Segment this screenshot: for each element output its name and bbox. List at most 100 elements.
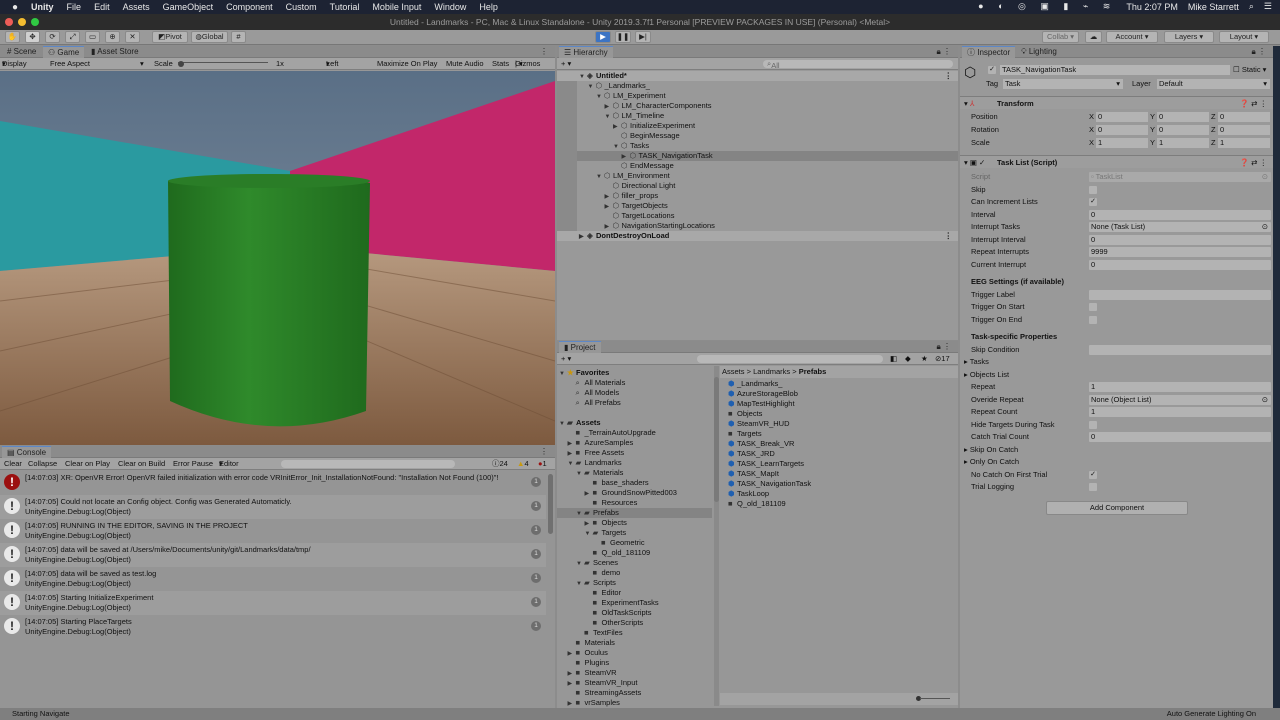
project-asset[interactable]: ⬢ TASK_MapIt (728, 469, 779, 479)
log-count-toggle[interactable]: ⓘ 24 (492, 458, 508, 470)
hierarchy-item[interactable]: ⬡ Directional Light (557, 181, 958, 191)
overide-repeat-field[interactable]: None (Object List) ⊙ (1089, 394, 1271, 405)
scene-menu-icon[interactable]: ⋮ (945, 231, 953, 241)
project-asset[interactable]: ⬢ AzureStorageBlob (728, 389, 798, 399)
project-tree-item[interactable]: ▶ ■ Free Assets (557, 448, 712, 458)
cloud-icon[interactable]: ☁ (1085, 31, 1102, 43)
inspector-scrollbar[interactable] (1273, 46, 1280, 708)
project-tree-item[interactable]: ▼ ▰ Scenes (557, 558, 712, 568)
repeat-count-field[interactable]: 1 (1089, 407, 1271, 417)
project-tree-item[interactable]: ■ Plugins (557, 658, 712, 668)
position-x-field[interactable]: 0 (1096, 112, 1148, 122)
project-asset[interactable]: ■ Q_old_181109 (728, 499, 786, 509)
scale-z-field[interactable]: 1 (1218, 138, 1270, 148)
transform-header[interactable]: ▾ ⅄ Transform ❓ ⇄ ⋮ (960, 96, 1273, 109)
project-asset[interactable]: ⬢ TASK_JRD (728, 449, 775, 459)
warning-count-toggle[interactable]: ▲ 4 (517, 458, 529, 470)
hierarchy-item[interactable]: ▼ ⬡ _Landmarks_ (557, 81, 958, 91)
error-pause-button[interactable]: Error Pause (173, 458, 213, 470)
project-tree-item[interactable]: ■ OtherScripts (557, 618, 712, 628)
panel-menu-icon[interactable]: ⋮ (535, 446, 553, 458)
project-tree-item[interactable]: ▶ ■ SteamVR_Input (557, 678, 712, 688)
breadcrumb-landmarks[interactable]: Landmarks (753, 367, 790, 376)
tab-lighting[interactable]: 💡︎ Lighting (1016, 46, 1062, 58)
menu-component[interactable]: Component (226, 2, 273, 12)
collapse-button[interactable]: Collapse (28, 458, 57, 470)
project-tree-item[interactable]: ■ base_shaders (557, 478, 712, 488)
console-search-input[interactable] (281, 460, 455, 468)
expand-arrow-right-icon[interactable]: ▶ (579, 232, 587, 242)
notification-icon[interactable]: ☰ (1264, 1, 1272, 12)
repeat-interrupts-field[interactable]: 9999 (1089, 247, 1271, 257)
hierarchy-item[interactable]: ▼ ⬡ LM_Experiment (557, 91, 958, 101)
console-scrollbar[interactable] (548, 474, 553, 534)
hierarchy-item[interactable]: ▼ ⬡ LM_Timeline (557, 111, 958, 121)
project-tree-item[interactable]: ■ Resources (557, 498, 712, 508)
rotation-x-field[interactable]: 0 (1096, 125, 1148, 135)
skip-checkbox[interactable] (1089, 185, 1097, 194)
object-picker-icon[interactable]: ⊙ (1262, 172, 1268, 182)
hierarchy-item[interactable]: ▶ ◈ DontDestroyOnLoad ⋮ (557, 231, 958, 241)
user-name[interactable]: Mike Starrett (1188, 2, 1239, 12)
tab-asset-store[interactable]: ▮ Asset Store (86, 46, 144, 58)
clear-on-play-button[interactable]: Clear on Play (65, 458, 110, 470)
hierarchy-item[interactable]: ▼ ⬡ LM_Environment (557, 171, 958, 181)
lock-icon[interactable]: 🔒︎ ⋮ (932, 46, 956, 58)
project-search-input[interactable] (697, 355, 883, 363)
field-label[interactable]: ▸ Tasks (964, 356, 989, 368)
tab-inspector[interactable]: ⓘ Inspector (962, 46, 1016, 58)
hierarchy-item[interactable]: ▼ ⬡ Tasks (557, 141, 958, 151)
editor-dropdown[interactable]: Editor ▾ (219, 458, 239, 470)
project-tree-item[interactable]: ▶ ■ vrSamples (557, 698, 712, 708)
rotation-z-field[interactable]: 0 (1218, 125, 1270, 135)
position-y-field[interactable]: 0 (1157, 112, 1209, 122)
minimize-window-button[interactable] (18, 18, 26, 26)
project-tree-item[interactable]: ■ StreamingAssets (557, 688, 712, 698)
status-icons[interactable]: ● ◐ ◎ ▣ ▮ ⌁ ≋ (978, 1, 1116, 12)
project-tree-item[interactable]: ▼ ▰ Landmarks (557, 458, 712, 468)
object-picker-icon[interactable]: ⊙ (1262, 222, 1268, 232)
project-asset[interactable]: ⬢ TASK_Break_VR (728, 439, 794, 449)
tab-hierarchy[interactable]: ☰ Hierarchy (559, 46, 613, 58)
snap-icon[interactable]: # (231, 31, 246, 43)
project-tree-item[interactable]: ▼ ▰ Assets (557, 418, 712, 428)
menu-tutorial[interactable]: Tutorial (330, 2, 360, 12)
hierarchy-item[interactable]: ▶ ⬡ TargetObjects (557, 201, 958, 211)
pause-button[interactable]: ❚❚ (615, 31, 631, 43)
scale-slider-handle[interactable] (178, 61, 184, 67)
hierarchy-item[interactable]: ⬡ TargetLocations (557, 211, 958, 221)
project-tree-item[interactable]: ■ Materials (557, 638, 712, 648)
project-tree-item[interactable]: ■ Geometric (557, 538, 712, 548)
icon-size-slider[interactable] (920, 698, 950, 699)
pivot-toggle[interactable]: ◩Pivot (152, 31, 188, 43)
project-tree-item[interactable]: ⌕ All Prefabs (557, 398, 712, 408)
panel-menu-icon[interactable]: 🔒︎ ⋮ (932, 341, 956, 353)
create-button[interactable]: + ▾ (561, 353, 571, 365)
console-row[interactable]: ! [14:07:03] XR: OpenVR Error! OpenVR fai… (0, 471, 546, 495)
search-by-label-icon[interactable]: ◆ (905, 353, 911, 365)
project-tree-item[interactable]: ▶ ■ GroundSnowPitted003 (557, 488, 712, 498)
game-viewport[interactable] (0, 71, 555, 445)
menu-file[interactable]: File (67, 2, 82, 12)
scale-slider[interactable] (178, 62, 268, 63)
trigger-label-field[interactable] (1089, 289, 1271, 300)
console-row[interactable]: ! [14:07:05] data will be saved at /Users… (0, 543, 546, 567)
project-tree-item[interactable]: ▼ ▰ Materials (557, 468, 712, 478)
mute-audio-toggle[interactable]: Mute Audio (446, 58, 484, 70)
project-tree-item[interactable]: ■ TextFiles (557, 628, 712, 638)
search-by-type-icon[interactable]: ◧ (890, 353, 897, 365)
rect-tool-icon[interactable]: ▭ (85, 31, 100, 43)
field-label[interactable]: ▸ Only On Catch (964, 456, 1019, 468)
eye-dropdown[interactable]: Left Eye ▾ (326, 58, 339, 80)
maximize-on-play-toggle[interactable]: Maximize On Play (377, 58, 437, 70)
hierarchy-item[interactable]: ▶ ⬡ TASK_NavigationTask (557, 151, 958, 161)
stats-toggle[interactable]: Stats (492, 58, 509, 70)
auto-lighting-status[interactable]: Auto Generate Lighting On (1167, 708, 1256, 720)
apple-icon[interactable]: ● (12, 2, 18, 13)
move-tool-icon[interactable]: ✥ (25, 31, 40, 43)
spotlight-icon[interactable]: ⌕ (1249, 1, 1254, 12)
console-row[interactable]: ! [14:07:05] data will be saved as test.l… (0, 567, 546, 591)
static-toggle[interactable]: ☐ Static ▾ (1233, 65, 1266, 74)
collab-dropdown[interactable]: Collab ▾ (1042, 31, 1079, 43)
hide-targets-during-task-checkbox[interactable] (1089, 420, 1097, 429)
